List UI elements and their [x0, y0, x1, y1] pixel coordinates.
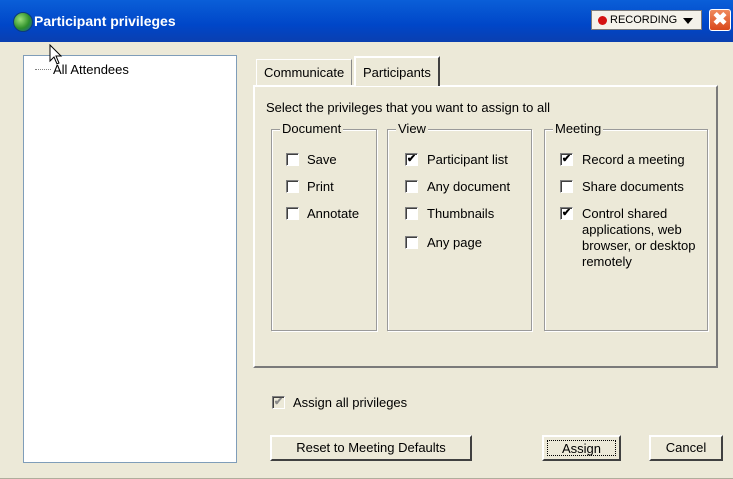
tree-item-all-attendees[interactable]: All Attendees: [53, 62, 129, 77]
group-title-meeting: Meeting: [553, 121, 604, 137]
print-checkbox[interactable]: [286, 180, 299, 193]
close-button[interactable]: ✖: [709, 9, 731, 31]
chevron-down-icon: [683, 18, 693, 24]
recording-dropdown[interactable]: RECORDING: [591, 10, 702, 30]
record-dot-icon: [598, 16, 607, 25]
assign-button[interactable]: Assign: [542, 435, 621, 461]
attendee-tree[interactable]: All Attendees: [23, 55, 237, 463]
tree-connector: [35, 69, 51, 70]
recording-label: RECORDING: [610, 14, 678, 26]
tab-participants[interactable]: Participants: [354, 56, 440, 86]
title-bar: Participant privileges RECORDING ✖: [0, 0, 733, 42]
participant-list-checkbox[interactable]: ✔: [405, 153, 418, 166]
any-page-label: Any page: [427, 235, 482, 250]
participant-list-label: Participant list: [427, 152, 508, 167]
group-title-view: View: [396, 121, 428, 137]
annotate-checkbox[interactable]: [286, 207, 299, 220]
any-page-checkbox[interactable]: [405, 236, 418, 249]
cancel-button[interactable]: Cancel: [649, 435, 723, 461]
print-label: Print: [307, 179, 334, 194]
share-documents-checkbox[interactable]: [560, 180, 573, 193]
thumbnails-checkbox[interactable]: [405, 207, 418, 220]
window-title: Participant privileges: [34, 13, 176, 29]
thumbnails-label: Thumbnails: [427, 206, 495, 221]
control-shared-label: Control shared applications, web browser…: [582, 206, 696, 269]
record-meeting-label: Record a meeting: [582, 152, 685, 167]
assign-all-label: Assign all privileges: [293, 395, 408, 410]
annotate-label: Annotate: [307, 206, 360, 221]
any-document-checkbox[interactable]: [405, 180, 418, 193]
group-title-document: Document: [280, 121, 344, 137]
control-shared-checkbox[interactable]: ✔: [560, 207, 573, 220]
mouse-cursor-icon: [49, 44, 63, 65]
save-checkbox[interactable]: [286, 153, 299, 166]
globe-icon: [13, 12, 33, 32]
save-label: Save: [307, 152, 337, 167]
assign-all-checkbox[interactable]: ✔: [272, 396, 285, 409]
tab-communicate[interactable]: Communicate: [256, 59, 353, 85]
share-documents-label: Share documents: [582, 179, 684, 194]
record-meeting-checkbox[interactable]: ✔: [560, 153, 573, 166]
instruction-text: Select the privileges that you want to a…: [266, 100, 550, 115]
any-document-label: Any document: [427, 179, 511, 194]
reset-defaults-button[interactable]: Reset to Meeting Defaults: [270, 435, 472, 461]
assign-button-label: Assign: [547, 440, 616, 456]
